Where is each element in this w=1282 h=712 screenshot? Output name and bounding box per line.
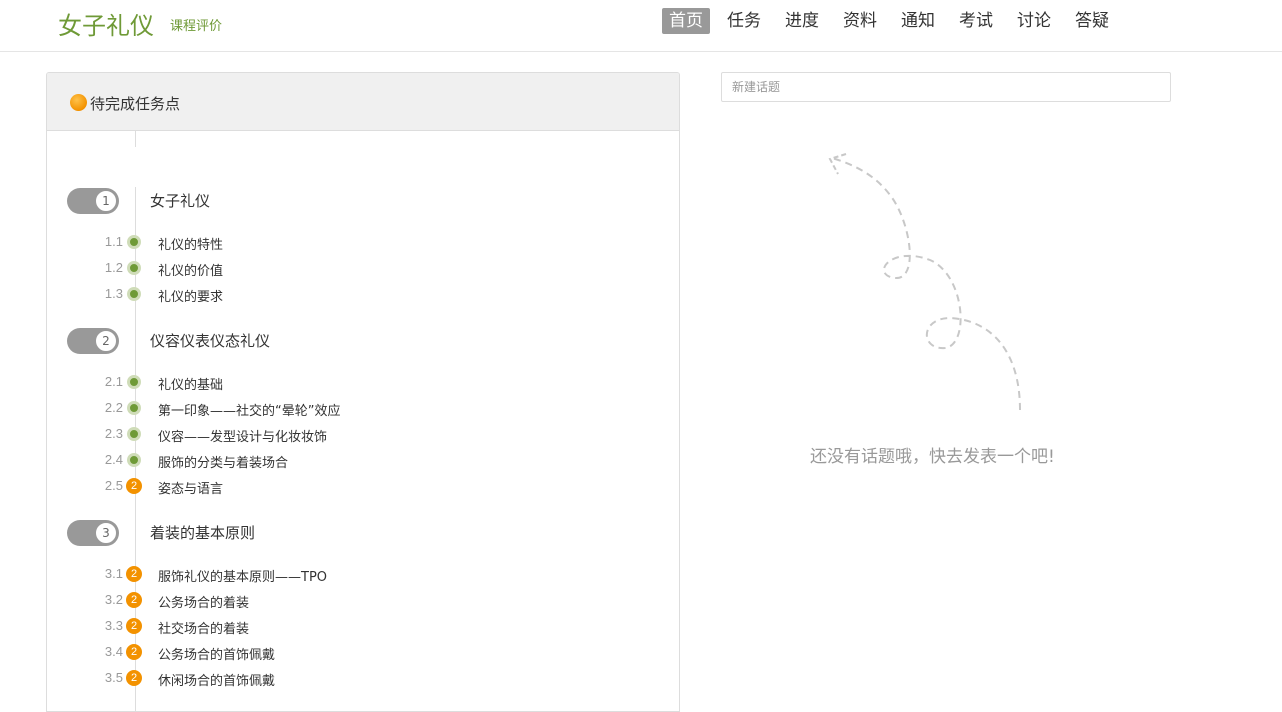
course-title[interactable]: 女子礼仪 bbox=[58, 6, 154, 41]
completed-dot-icon bbox=[127, 375, 141, 389]
pending-dot-icon bbox=[70, 94, 87, 111]
nav-home[interactable]: 首页 bbox=[662, 8, 710, 34]
chapter-2[interactable]: 2 仪容仪表仪态礼仪 bbox=[67, 328, 667, 354]
lesson-item[interactable]: 3.3 2 社交场合的着装 bbox=[93, 616, 653, 637]
pending-task-badge: 2 bbox=[126, 566, 142, 582]
lesson-item[interactable]: 2.1 礼仪的基础 bbox=[93, 372, 653, 393]
nav-progress[interactable]: 进度 bbox=[778, 8, 826, 34]
chapter-title[interactable]: 仪容仪表仪态礼仪 bbox=[150, 330, 270, 351]
nav-exams[interactable]: 考试 bbox=[952, 8, 1000, 34]
lesson-title[interactable]: 公务场合的着装 bbox=[158, 592, 249, 611]
lesson-item[interactable]: 2.2 第一印象——社交的“晕轮”效应 bbox=[93, 398, 653, 419]
lesson-title[interactable]: 礼仪的基础 bbox=[158, 374, 223, 393]
empty-discussion-message: 还没有话题哦，快去发表一个吧! bbox=[810, 447, 1055, 467]
nav-notices[interactable]: 通知 bbox=[894, 8, 942, 34]
completed-dot-icon bbox=[127, 235, 141, 249]
lesson-number: 3.5 bbox=[104, 670, 123, 685]
lesson-title[interactable]: 休闲场合的首饰佩戴 bbox=[158, 670, 275, 689]
completed-dot-icon bbox=[127, 401, 141, 415]
lesson-number: 2.2 bbox=[104, 400, 123, 415]
main-nav: 首页 任务 进度 资料 通知 考试 讨论 答疑 bbox=[662, 8, 1126, 34]
lesson-number: 2.4 bbox=[104, 452, 123, 467]
lesson-title[interactable]: 仪容——发型设计与化妆妆饰 bbox=[158, 426, 327, 445]
nav-materials[interactable]: 资料 bbox=[836, 8, 884, 34]
top-header: 女子礼仪 课程评价 首页 任务 进度 资料 通知 考试 讨论 答疑 bbox=[0, 0, 1282, 52]
lesson-item[interactable]: 3.4 2 公务场合的首饰佩戴 bbox=[93, 642, 653, 663]
lesson-number: 3.3 bbox=[104, 618, 123, 633]
lesson-item[interactable]: 3.1 2 服饰礼仪的基本原则——TPO bbox=[93, 564, 653, 585]
lesson-title[interactable]: 服饰礼仪的基本原则——TPO bbox=[158, 566, 327, 585]
lesson-number: 1.2 bbox=[104, 260, 123, 275]
pending-task-badge: 2 bbox=[126, 618, 142, 634]
course-eval-link[interactable]: 课程评价 bbox=[170, 15, 222, 34]
lesson-item[interactable]: 2.3 仪容——发型设计与化妆妆饰 bbox=[93, 424, 653, 445]
chapter-title[interactable]: 女子礼仪 bbox=[150, 190, 210, 211]
chapter-number: 2 bbox=[94, 329, 118, 353]
lesson-title[interactable]: 礼仪的要求 bbox=[158, 286, 223, 305]
lesson-number: 2.3 bbox=[104, 426, 123, 441]
pending-task-badge: 2 bbox=[126, 478, 142, 494]
nav-discussion[interactable]: 讨论 bbox=[1010, 8, 1058, 34]
lesson-item[interactable]: 2.5 2 姿态与语言 bbox=[93, 476, 653, 497]
pending-task-badge: 2 bbox=[126, 644, 142, 660]
pending-task-badge: 2 bbox=[126, 670, 142, 686]
lesson-number: 3.2 bbox=[104, 592, 123, 607]
lesson-item[interactable]: 3.5 2 休闲场合的首饰佩戴 bbox=[93, 668, 653, 689]
lesson-title[interactable]: 礼仪的价值 bbox=[158, 260, 223, 279]
lesson-number: 3.1 bbox=[104, 566, 123, 581]
lesson-number: 2.5 bbox=[104, 478, 123, 493]
lesson-number: 1.1 bbox=[104, 234, 123, 249]
chapter-1[interactable]: 1 女子礼仪 bbox=[67, 188, 667, 214]
task-panel: 待完成任务点 1 女子礼仪 1.1 礼仪的特性 1.2 礼仪的价值 1.3 礼仪… bbox=[46, 72, 680, 712]
lesson-title[interactable]: 服饰的分类与着装场合 bbox=[158, 452, 288, 471]
lesson-item[interactable]: 2.4 服饰的分类与着装场合 bbox=[93, 450, 653, 471]
chapter-number: 1 bbox=[94, 189, 118, 213]
nav-qa[interactable]: 答疑 bbox=[1068, 8, 1116, 34]
panel-header: 待完成任务点 bbox=[47, 73, 679, 131]
lesson-number: 2.1 bbox=[104, 374, 123, 389]
lesson-number: 1.3 bbox=[104, 286, 123, 301]
new-topic-input[interactable] bbox=[721, 72, 1171, 102]
completed-dot-icon bbox=[127, 427, 141, 441]
lesson-title[interactable]: 姿态与语言 bbox=[158, 478, 223, 497]
completed-dot-icon bbox=[127, 261, 141, 275]
dashed-arrow-icon bbox=[828, 153, 1021, 411]
completed-dot-icon bbox=[127, 287, 141, 301]
lesson-item[interactable]: 1.1 礼仪的特性 bbox=[93, 232, 653, 253]
lesson-title[interactable]: 公务场合的首饰佩戴 bbox=[158, 644, 275, 663]
timeline-line bbox=[135, 131, 136, 147]
lesson-item[interactable]: 1.2 礼仪的价值 bbox=[93, 258, 653, 279]
chapter-title[interactable]: 着装的基本原则 bbox=[150, 522, 255, 543]
lesson-item[interactable]: 1.3 礼仪的要求 bbox=[93, 284, 653, 305]
lesson-item[interactable]: 3.2 2 公务场合的着装 bbox=[93, 590, 653, 611]
completed-dot-icon bbox=[127, 453, 141, 467]
lesson-title[interactable]: 第一印象——社交的“晕轮”效应 bbox=[158, 400, 340, 419]
lesson-number: 3.4 bbox=[104, 644, 123, 659]
pending-task-badge: 2 bbox=[126, 592, 142, 608]
lesson-title[interactable]: 社交场合的着装 bbox=[158, 618, 249, 637]
panel-title: 待完成任务点 bbox=[90, 95, 181, 113]
chapter-3[interactable]: 3 着装的基本原则 bbox=[67, 520, 667, 546]
nav-tasks[interactable]: 任务 bbox=[720, 8, 768, 34]
lesson-title[interactable]: 礼仪的特性 bbox=[158, 234, 223, 253]
chapter-number: 3 bbox=[94, 521, 118, 545]
